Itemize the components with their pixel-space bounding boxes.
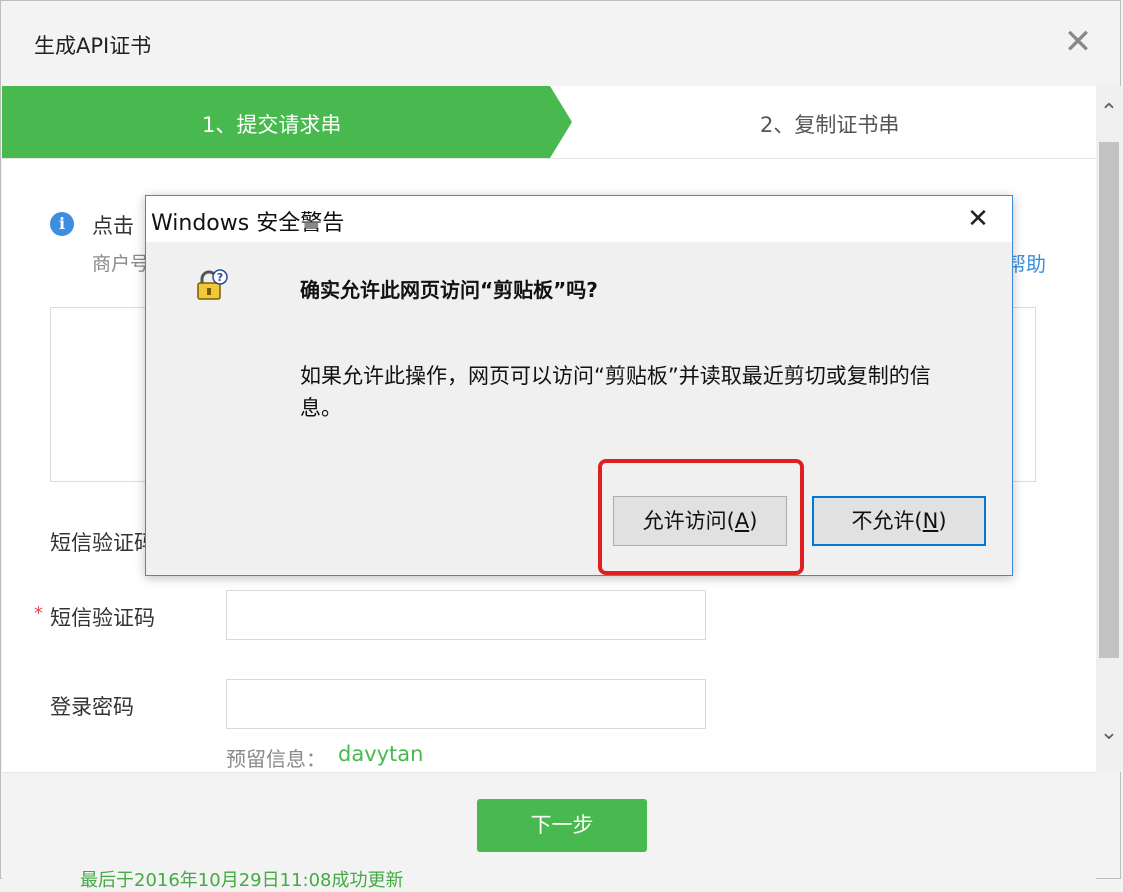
dialog-body: 如果允许此操作，网页可以访问“剪贴板”并读取最近剪切或复制的信息。 <box>300 364 931 420</box>
required-mark: * <box>34 603 43 624</box>
modal-title: 生成API证书 <box>34 34 152 58</box>
password-label: 登录密码 <box>50 695 134 719</box>
allow-label-prefix: 允许访问( <box>642 509 735 533</box>
deny-label-key: N <box>922 509 939 533</box>
step-1: 1、提交请求串 <box>2 86 572 158</box>
windows-security-dialog: Windows 安全警告 ✕ ? 确实允许此网页访问“剪贴板”吗? 如果允许此操… <box>145 195 1013 576</box>
info-text: 点击 <box>92 214 134 238</box>
dialog-title: Windows 安全警告 <box>151 211 345 236</box>
deny-label-suffix: ) <box>938 509 947 533</box>
deny-access-button[interactable]: 不允许(N) <box>812 496 986 546</box>
sms-code-label-partial: 短信验证码 <box>50 531 155 555</box>
svg-text:?: ? <box>217 271 223 284</box>
scrollbar-thumb[interactable] <box>1099 142 1119 658</box>
step-progress: 1、提交请求串 2、复制证书串 <box>2 86 1096 159</box>
chevron-down-icon[interactable]: ⌄ <box>1096 720 1122 756</box>
dialog-titlebar: Windows 安全警告 ✕ <box>146 196 1012 242</box>
password-input[interactable] <box>226 679 706 729</box>
step-1-label: 1、提交请求串 <box>202 113 342 137</box>
chevron-up-icon[interactable]: ⌃ <box>1096 100 1122 136</box>
allow-label-key: A <box>734 509 750 533</box>
step-2-label: 2、复制证书串 <box>760 113 900 137</box>
security-lock-question-icon: ? <box>197 269 228 300</box>
update-notice: 最后于2016年10月29日11:08成功更新 <box>80 870 404 891</box>
allow-access-button[interactable]: 允许访问(A) <box>613 496 787 546</box>
info-subtext: 商户号 <box>92 253 150 275</box>
next-button[interactable]: 下一步 <box>477 799 647 852</box>
close-icon[interactable]: ✕ <box>1062 24 1094 60</box>
sms-code-label: 短信验证码 <box>50 606 155 630</box>
info-icon: i <box>50 212 74 236</box>
dialog-heading: 确实允许此网页访问“剪贴板”吗? <box>300 278 598 302</box>
deny-label-prefix: 不允许( <box>851 509 923 533</box>
reserve-info-label: 预留信息： <box>226 747 326 771</box>
allow-label-suffix: ) <box>749 509 758 533</box>
reserve-info-value: davytan <box>338 742 424 766</box>
dialog-close-icon[interactable]: ✕ <box>956 200 1000 238</box>
sms-code-input[interactable] <box>226 590 706 640</box>
